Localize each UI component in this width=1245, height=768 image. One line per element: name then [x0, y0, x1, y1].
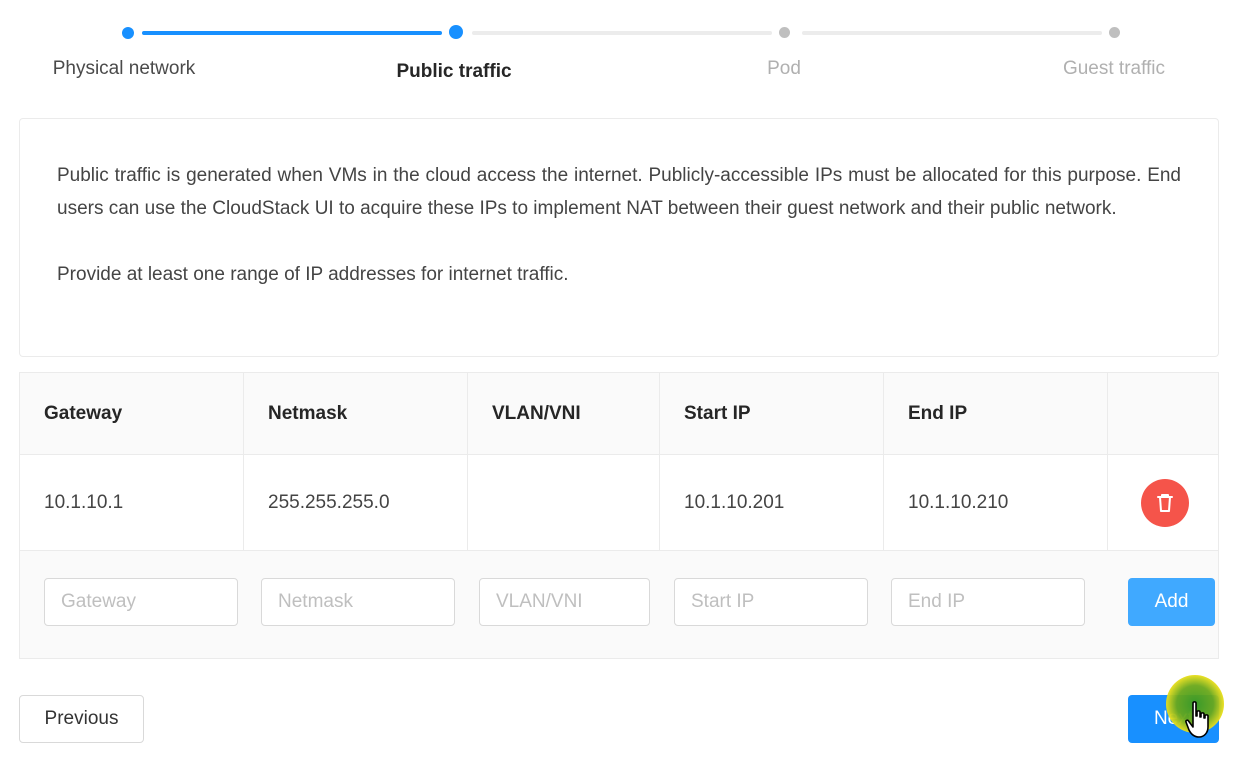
step-label-public-traffic: Public traffic: [396, 61, 512, 82]
header-end-ip: End IP: [884, 373, 1108, 454]
delete-row-button[interactable]: [1141, 478, 1189, 527]
netmask-input[interactable]: [261, 578, 455, 626]
trash-icon: [1157, 493, 1173, 512]
step-dot-physical-network[interactable]: [122, 27, 134, 39]
cell-netmask: 255.255.255.0: [244, 455, 468, 550]
table-header-row: Gateway Netmask VLAN/VNI Start IP End IP: [20, 373, 1218, 455]
add-button[interactable]: Add: [1128, 578, 1215, 626]
header-gateway: Gateway: [20, 373, 244, 454]
header-start-ip: Start IP: [660, 373, 884, 454]
step-label-guest-traffic: Guest traffic: [1062, 58, 1166, 79]
previous-button[interactable]: Previous: [19, 695, 144, 743]
step-connector-pending: [802, 31, 1102, 35]
cell-vlan: [468, 455, 660, 550]
header-netmask: Netmask: [244, 373, 468, 454]
step-connector-pending: [472, 31, 772, 35]
step-dot-public-traffic[interactable]: [449, 25, 463, 39]
vlan-input[interactable]: [479, 578, 650, 626]
step-connector-complete: [142, 31, 442, 35]
cell-gateway: 10.1.10.1: [20, 455, 244, 550]
start-ip-input[interactable]: [674, 578, 868, 626]
cell-start-ip: 10.1.10.201: [660, 455, 884, 550]
description-instruction: Provide at least one range of IP address…: [57, 264, 569, 285]
table-row: 10.1.10.1 255.255.255.0 10.1.10.201 10.1…: [20, 455, 1218, 551]
cell-end-ip: 10.1.10.210: [884, 455, 1108, 550]
step-dot-pod: [779, 27, 790, 38]
description-panel: Public traffic is generated when VMs in …: [19, 118, 1219, 357]
step-label-pod: Pod: [767, 58, 801, 79]
end-ip-input[interactable]: [891, 578, 1085, 626]
gateway-input[interactable]: [44, 578, 238, 626]
header-actions: [1108, 373, 1218, 454]
wizard-steps: Physical network Public traffic Pod Gues…: [0, 0, 1245, 100]
hand-cursor-icon: [1185, 701, 1209, 738]
description-paragraph: Public traffic is generated when VMs in …: [57, 165, 1181, 219]
step-label-physical-network[interactable]: Physical network: [53, 58, 196, 80]
new-range-form: Add: [20, 578, 1218, 626]
cell-actions: [1108, 455, 1218, 550]
step-dot-guest-traffic: [1109, 27, 1120, 38]
header-vlan: VLAN/VNI: [468, 373, 660, 454]
ip-range-table: Gateway Netmask VLAN/VNI Start IP End IP…: [19, 372, 1219, 659]
